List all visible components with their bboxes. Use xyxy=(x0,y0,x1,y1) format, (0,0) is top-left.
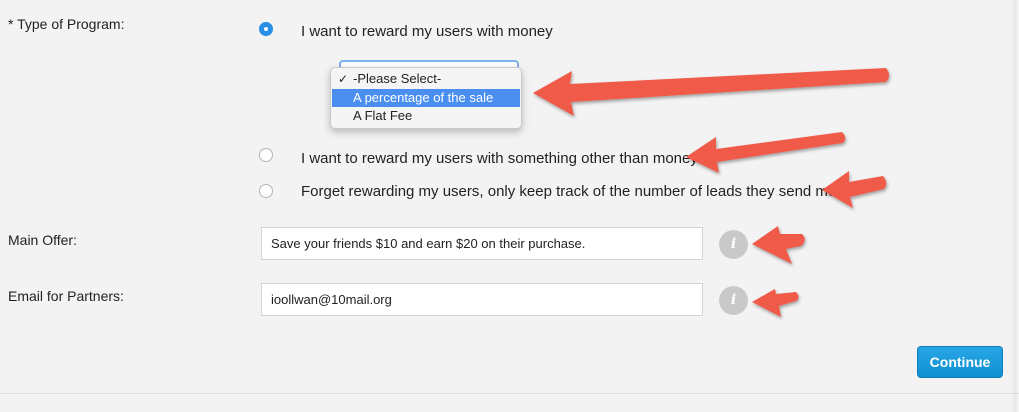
arrow-to-percentage-option xyxy=(533,68,889,116)
annotation-arrows xyxy=(533,68,889,317)
arrow-to-email-info xyxy=(752,289,799,317)
arrow-to-main-offer-info xyxy=(752,226,805,264)
arrow-to-other-option xyxy=(686,132,846,173)
arrow-to-track-leads-option xyxy=(822,171,887,208)
